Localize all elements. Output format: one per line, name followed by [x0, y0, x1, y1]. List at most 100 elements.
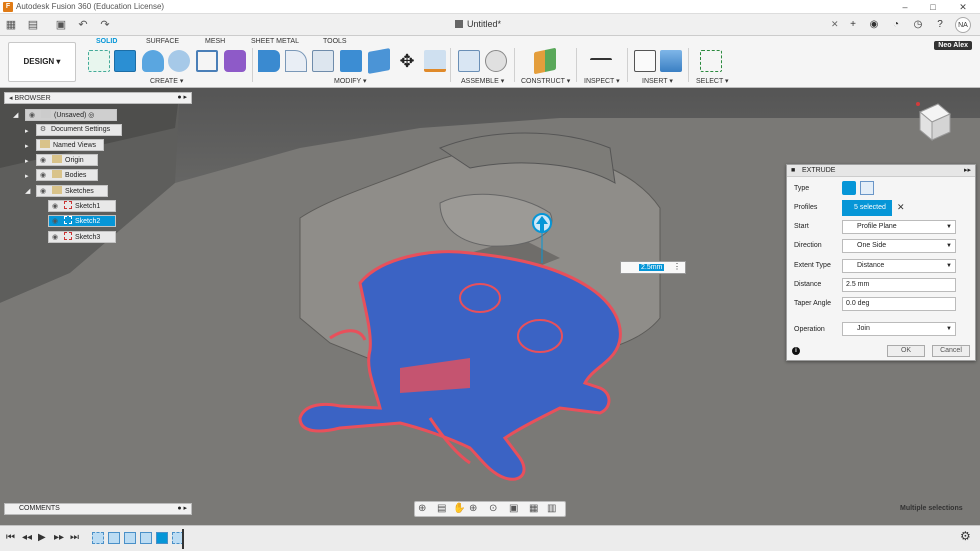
- distance-input-overlay[interactable]: 2.5mm ⋮: [620, 261, 686, 274]
- display-settings-icon[interactable]: ▣: [509, 503, 518, 514]
- timeline-marker[interactable]: [182, 529, 184, 549]
- construct-menu[interactable]: CONSTRUCT ▾: [521, 77, 570, 85]
- measure-icon[interactable]: [590, 58, 612, 66]
- split-body-icon[interactable]: [368, 48, 390, 74]
- taper-angle-input[interactable]: 0.0 deg: [842, 297, 956, 311]
- press-pull-icon[interactable]: [258, 50, 280, 72]
- expand-dialog-icon[interactable]: ▸▸: [964, 166, 971, 174]
- distance-overlay-value[interactable]: 2.5mm: [639, 264, 665, 271]
- collapse-icon[interactable]: ■: [791, 167, 795, 174]
- maximize-button[interactable]: □: [926, 1, 940, 13]
- timeline-extrude-item-active[interactable]: [156, 532, 168, 544]
- create-menu[interactable]: CREATE ▾: [150, 77, 183, 85]
- tab-sheet-metal[interactable]: SHEET METAL: [251, 38, 299, 45]
- visibility-eye-icon[interactable]: ◉: [26, 111, 38, 121]
- undo-icon[interactable]: ↶: [76, 18, 90, 32]
- workspace-switcher[interactable]: DESIGN ▾: [8, 42, 76, 82]
- clear-selection-icon[interactable]: ✕: [897, 202, 905, 213]
- modify-menu[interactable]: MODIFY ▾: [334, 77, 367, 85]
- visibility-eye-icon[interactable]: ◉: [49, 217, 61, 227]
- user-name-badge[interactable]: Neo Alex: [934, 41, 972, 50]
- type-thin-button[interactable]: [860, 181, 874, 195]
- select-menu[interactable]: SELECT ▾: [696, 77, 729, 85]
- assemble-menu[interactable]: ASSEMBLE ▾: [461, 77, 504, 85]
- viewcube[interactable]: [912, 100, 952, 144]
- align-icon[interactable]: [424, 50, 446, 72]
- inspect-menu[interactable]: INSPECT ▾: [584, 77, 620, 85]
- pan-icon[interactable]: ✋: [453, 503, 465, 514]
- comments-add-icon[interactable]: ● ▸: [177, 504, 187, 512]
- new-tab-icon[interactable]: +: [845, 17, 861, 33]
- tab-tools[interactable]: TOOLS: [323, 38, 347, 45]
- save-icon[interactable]: ▣: [54, 18, 68, 32]
- visibility-eye-icon[interactable]: ◉: [37, 156, 49, 166]
- form-icon[interactable]: [224, 50, 246, 72]
- job-status-icon[interactable]: ◔: [888, 17, 904, 33]
- tree-item-sketch2[interactable]: ◉ Sketch2: [48, 215, 116, 227]
- type-solid-button[interactable]: [842, 181, 856, 195]
- viewports-icon[interactable]: ▥: [547, 503, 556, 514]
- timeline-extrude-item[interactable]: [108, 532, 120, 544]
- tree-item-origin[interactable]: ◉ Origin: [36, 154, 98, 166]
- tree-item-sketch3[interactable]: ◉ Sketch3: [48, 231, 116, 243]
- visibility-eye-icon[interactable]: ◉: [49, 202, 61, 212]
- create-sketch-icon[interactable]: [88, 50, 110, 72]
- expand-root-icon[interactable]: ◢: [13, 111, 18, 119]
- orbit-icon[interactable]: ⊕: [418, 503, 426, 514]
- minimize-button[interactable]: –: [898, 1, 912, 13]
- offset-plane-icon[interactable]: [534, 47, 556, 75]
- tab-surface[interactable]: SURFACE: [146, 38, 179, 45]
- go-to-end-icon[interactable]: ⏭: [70, 532, 79, 543]
- look-at-icon[interactable]: ▤: [437, 503, 446, 514]
- fillet-icon[interactable]: [285, 50, 307, 72]
- go-to-start-icon[interactable]: ⏮: [6, 532, 15, 543]
- redo-icon[interactable]: ↷: [98, 18, 112, 32]
- joint-icon[interactable]: [485, 50, 507, 72]
- grid-icon[interactable]: ▦: [529, 503, 538, 514]
- expand-sketches-icon[interactable]: ◢: [25, 187, 30, 195]
- user-avatar[interactable]: NA: [955, 17, 971, 33]
- shell-icon[interactable]: [312, 50, 334, 72]
- timeline-sketch-item[interactable]: [92, 532, 104, 544]
- hole-icon[interactable]: [168, 50, 190, 72]
- visibility-eye-icon[interactable]: ◉: [49, 233, 61, 243]
- document-tab[interactable]: Untitled* ✕: [455, 19, 839, 30]
- expand-origin-icon[interactable]: ▸: [25, 157, 29, 165]
- tree-item-sketches[interactable]: ◉ Sketches: [36, 185, 108, 197]
- tree-item-bodies[interactable]: ◉ Bodies: [36, 169, 98, 181]
- close-window-button[interactable]: ✕: [956, 1, 970, 13]
- expand-named-views-icon[interactable]: ▸: [25, 142, 29, 150]
- close-tab-icon[interactable]: ✕: [831, 19, 839, 29]
- help-icon[interactable]: ?: [932, 17, 948, 33]
- comments-panel[interactable]: COMMENTS ● ▸: [4, 503, 192, 515]
- extent-type-dropdown[interactable]: Distance ▼: [842, 259, 956, 273]
- combine-icon[interactable]: [340, 50, 362, 72]
- zoom-icon[interactable]: ⊕: [469, 503, 477, 514]
- step-forward-icon[interactable]: ▸▸: [54, 532, 64, 543]
- tree-item-named-views[interactable]: Named Views: [36, 139, 104, 151]
- pattern-icon[interactable]: [196, 50, 218, 72]
- data-panel-icon[interactable]: ◉: [866, 17, 882, 33]
- more-options-icon[interactable]: ⋮: [673, 262, 681, 271]
- fit-icon[interactable]: ⊙: [489, 503, 497, 514]
- insert-image-icon[interactable]: [660, 50, 682, 72]
- extrude-icon[interactable]: [114, 50, 136, 72]
- tree-item-root[interactable]: ◉ (Unsaved) ◎: [25, 109, 117, 121]
- expand-doc-settings-icon[interactable]: ▸: [25, 127, 29, 135]
- timeline-settings-gear-icon[interactable]: ⚙: [960, 529, 971, 543]
- visibility-eye-icon[interactable]: ◉: [37, 171, 49, 181]
- play-icon[interactable]: ▶: [38, 532, 46, 543]
- browser-collapse-icon[interactable]: ● ▸: [177, 93, 187, 101]
- info-icon[interactable]: i: [792, 347, 800, 355]
- move-icon[interactable]: ✥: [396, 50, 418, 72]
- operation-dropdown[interactable]: Join ▼: [842, 322, 956, 336]
- revolve-icon[interactable]: [142, 50, 164, 72]
- select-icon[interactable]: [700, 50, 722, 72]
- distance-input[interactable]: 2.5 mm: [842, 278, 956, 292]
- expand-bodies-icon[interactable]: ▸: [25, 172, 29, 180]
- tab-solid[interactable]: SOLID: [96, 38, 117, 45]
- start-dropdown[interactable]: Profile Plane ▼: [842, 220, 956, 234]
- timeline-extrude-item[interactable]: [124, 532, 136, 544]
- visibility-eye-icon[interactable]: ◉: [37, 187, 49, 197]
- step-back-icon[interactable]: ◂◂: [22, 532, 32, 543]
